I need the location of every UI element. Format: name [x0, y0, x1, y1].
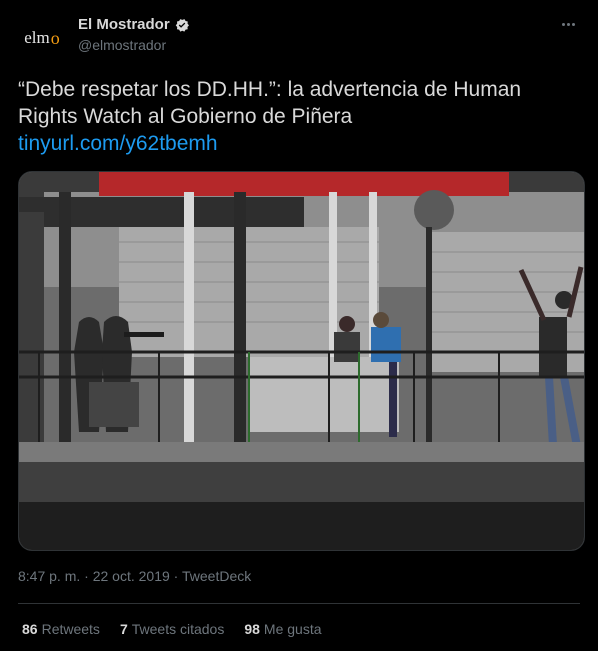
quotes-label: Tweets citados: [131, 621, 225, 637]
tweet-body: “Debe respetar los DD.HH.”: la advertenc…: [18, 76, 578, 157]
meta-separator: ·: [173, 568, 179, 584]
display-name-row[interactable]: El Mostrador: [78, 16, 190, 33]
retweets-stat[interactable]: 86 Retweets: [22, 621, 100, 637]
retweets-count: 86: [22, 621, 38, 637]
tweet-link[interactable]: tinyurl.com/y62tbemh: [18, 130, 578, 157]
display-name[interactable]: El Mostrador: [78, 16, 170, 33]
author-names: El Mostrador @elmostrador: [78, 16, 190, 53]
likes-stat[interactable]: 98 Me gusta: [244, 621, 321, 637]
avatar-text: elm: [24, 28, 50, 47]
tweet-photo[interactable]: [18, 171, 585, 551]
handle[interactable]: @elmostrador: [78, 37, 190, 53]
likes-count: 98: [244, 621, 260, 637]
street-scene-image: [19, 172, 584, 550]
likes-label: Me gusta: [263, 621, 322, 637]
tweet-time[interactable]: 8:47 p. m.: [18, 568, 80, 584]
meta-separator: ·: [84, 568, 89, 584]
tweet-text: “Debe respetar los DD.HH.”: la advertenc…: [18, 78, 522, 128]
verified-badge-icon: [175, 18, 189, 32]
quotes-stat[interactable]: 7 Tweets citados: [120, 621, 224, 637]
avatar[interactable]: elm o: [18, 14, 66, 62]
tweet-meta: 8:47 p. m. · 22 oct. 2019 · TweetDeck: [18, 568, 251, 584]
tweet-header: elm o El Mostrador @elmostrador: [18, 14, 580, 62]
more-options-icon[interactable]: [556, 14, 580, 34]
tweet-stats: 86 Retweets 7 Tweets citados 98 Me gusta: [22, 621, 322, 637]
divider: [18, 603, 580, 604]
retweets-label: Retweets: [41, 621, 100, 637]
avatar-dot: o: [50, 27, 60, 48]
quotes-count: 7: [119, 621, 128, 637]
tweet-date[interactable]: 22 oct. 2019: [93, 568, 170, 584]
tweet-source[interactable]: TweetDeck: [182, 568, 251, 584]
